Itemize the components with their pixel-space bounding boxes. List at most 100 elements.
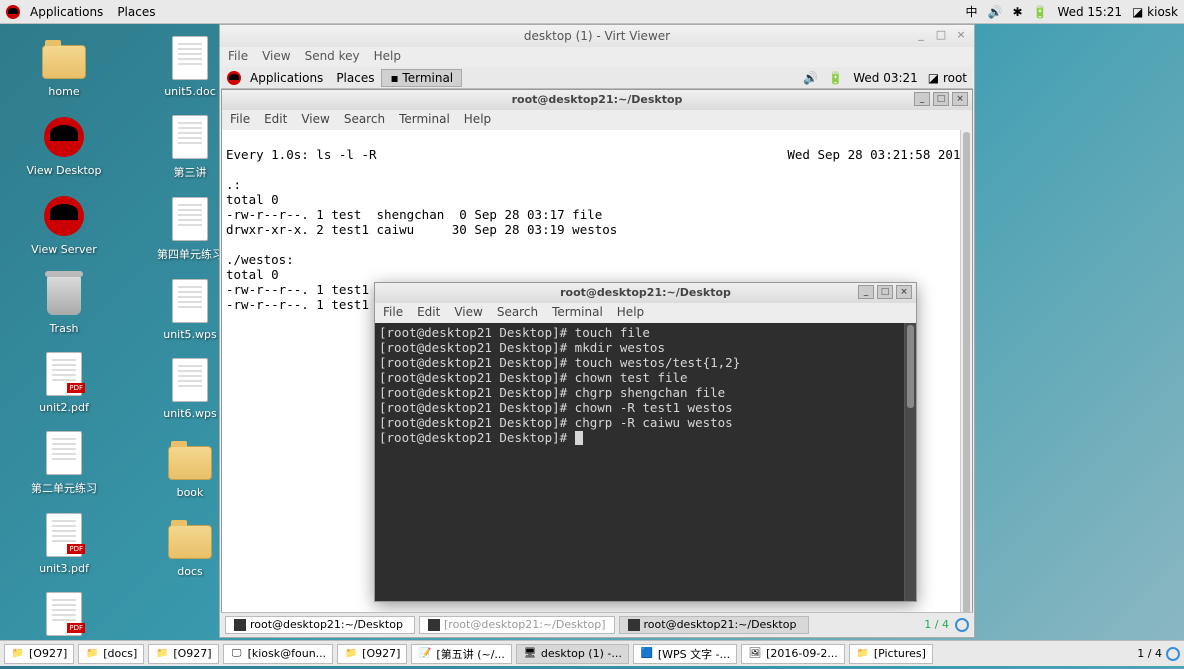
guest-applications-menu[interactable]: Applications — [244, 69, 329, 87]
desktop-icon-label: docs — [173, 564, 207, 579]
term-menu-terminal[interactable]: Terminal — [399, 112, 450, 128]
guest-volume-icon[interactable]: 🔊 — [803, 71, 818, 85]
term2-minimize-button[interactable]: _ — [858, 285, 874, 299]
terminal-shell-body[interactable]: [root@desktop21 Desktop]# touch file[roo… — [375, 323, 916, 601]
term-menu-view[interactable]: View — [301, 112, 329, 128]
terminal-shell-menubar: File Edit View Search Terminal Help — [375, 303, 916, 323]
folder-icon — [166, 435, 214, 483]
desktop-icon-unit2-pdf[interactable]: unit2.pdf — [14, 350, 114, 415]
desktop-icon-unit3-pdf[interactable]: unit3.pdf — [14, 511, 114, 576]
clock[interactable]: Wed 15:21 — [1057, 5, 1122, 19]
term2-menu-help[interactable]: Help — [617, 305, 644, 321]
host-task-label: [kiosk@foun... — [248, 647, 327, 660]
rh-icon — [40, 192, 88, 240]
terminal2-scrollbar[interactable] — [904, 323, 916, 601]
term2-maximize-button[interactable]: □ — [877, 285, 893, 299]
terminal-line: [root@desktop21 Desktop]# chgrp -R caiwu… — [379, 415, 912, 430]
battery-icon[interactable]: 🔋 — [1033, 5, 1048, 19]
bluetooth-icon[interactable]: ✱ — [1012, 5, 1022, 19]
guest-top-panel: Applications Places ▪ Terminal 🔊 🔋 Wed 0… — [221, 67, 973, 89]
virt-titlebar[interactable]: desktop (1) - Virt Viewer _ □ × — [220, 25, 974, 47]
desktop-icon-label: unit2.pdf — [35, 400, 93, 415]
desktop-icon-Trash[interactable]: Trash — [14, 271, 114, 336]
terminal-scrollbar[interactable] — [960, 130, 972, 612]
terminal-watch-title: root@desktop21:~/Desktop — [512, 93, 683, 106]
terminal-watch-titlebar[interactable]: root@desktop21:~/Desktop _ □ × — [222, 90, 972, 110]
trash-icon — [40, 271, 88, 319]
guest-battery-icon[interactable]: 🔋 — [828, 71, 843, 85]
applications-menu[interactable]: Applications — [24, 3, 109, 21]
file-mgr-icon: 📁 — [85, 647, 99, 661]
host-task-button[interactable]: 📝[第五讲 (~/... — [411, 644, 512, 664]
host-task-button[interactable]: 🖵[kiosk@foun... — [223, 644, 334, 664]
virt-menubar: File View Send key Help — [220, 47, 974, 67]
user-menu[interactable]: ◪ kiosk — [1132, 5, 1178, 19]
close-button[interactable]: × — [954, 28, 968, 42]
term-menu-edit[interactable]: Edit — [264, 112, 287, 128]
term-maximize-button[interactable]: □ — [933, 92, 949, 106]
gedit-icon: 📝 — [418, 647, 432, 661]
term2-menu-search[interactable]: Search — [497, 305, 538, 321]
host-task-button[interactable]: 📁[O927] — [337, 644, 407, 664]
folder-icon — [166, 514, 214, 562]
pdf-icon — [40, 350, 88, 398]
host-task-label: [WPS 文字 -... — [658, 646, 730, 662]
task-label: [root@desktop21:~/Desktop] — [444, 618, 606, 631]
host-task-button[interactable]: 🖥desktop (1) -... — [516, 644, 629, 664]
desktop-icon-home[interactable]: home — [14, 34, 114, 99]
host-workspace-indicator[interactable]: 1 / 4 — [1137, 647, 1162, 660]
minimize-button[interactable]: _ — [914, 28, 928, 42]
virt-menu-file[interactable]: File — [228, 49, 248, 65]
guest-active-app[interactable]: ▪ Terminal — [381, 69, 462, 87]
watch-timestamp: Wed Sep 28 03:21:58 2016 — [787, 147, 968, 162]
img-icon: 🖼 — [748, 647, 762, 661]
doc-icon — [166, 356, 214, 404]
term-close-button[interactable]: × — [952, 92, 968, 106]
guest-task-button[interactable]: root@desktop21:~/Desktop — [225, 616, 415, 634]
term-minimize-button[interactable]: _ — [914, 92, 930, 106]
term2-menu-terminal[interactable]: Terminal — [552, 305, 603, 321]
places-menu[interactable]: Places — [111, 3, 161, 21]
terminal-icon — [234, 619, 246, 631]
term-menu-file[interactable]: File — [230, 112, 250, 128]
virt-menu-view[interactable]: View — [262, 49, 290, 65]
desktop-icon-label: book — [173, 485, 208, 500]
terminal-shell-window: root@desktop21:~/Desktop _ □ × File Edit… — [374, 282, 917, 602]
guest-clock[interactable]: Wed 03:21 — [853, 71, 918, 85]
guest-workspace-indicator[interactable]: 1 / 4 — [924, 618, 949, 631]
host-task-button[interactable]: 📁[docs] — [78, 644, 144, 664]
maximize-button[interactable]: □ — [934, 28, 948, 42]
host-task-button[interactable]: 📁[O927] — [148, 644, 218, 664]
volume-icon[interactable]: 🔊 — [987, 5, 1002, 19]
guest-task-button[interactable]: root@desktop21:~/Desktop — [619, 616, 809, 634]
guest-places-menu[interactable]: Places — [330, 69, 380, 87]
file-mgr-icon: 📁 — [344, 647, 358, 661]
term2-close-button[interactable]: × — [896, 285, 912, 299]
desktop-icon-------[interactable]: 第二单元练习 — [14, 429, 114, 497]
virt-menu-sendkey[interactable]: Send key — [305, 49, 360, 65]
terminal-icon — [628, 619, 640, 631]
term2-menu-file[interactable]: File — [383, 305, 403, 321]
term2-menu-edit[interactable]: Edit — [417, 305, 440, 321]
host-task-button[interactable]: 📁[Pictures] — [849, 644, 933, 664]
guest-workspace-icon[interactable] — [955, 618, 969, 632]
term-menu-search[interactable]: Search — [344, 112, 385, 128]
guest-task-button[interactable]: [root@desktop21:~/Desktop] — [419, 616, 615, 634]
rh-icon — [40, 113, 88, 161]
task-label: root@desktop21:~/Desktop — [250, 618, 403, 631]
terminal-shell-titlebar[interactable]: root@desktop21:~/Desktop _ □ × — [375, 283, 916, 303]
term-menu-help[interactable]: Help — [464, 112, 491, 128]
desktop-icon-label: unit5.doc — [160, 84, 220, 99]
ime-indicator[interactable]: 中 — [965, 3, 977, 20]
guest-user-menu[interactable]: ◪ root — [928, 71, 967, 85]
term2-menu-view[interactable]: View — [454, 305, 482, 321]
host-task-button[interactable]: 🖼[2016-09-2... — [741, 644, 845, 664]
virt-title-text: desktop (1) - Virt Viewer — [524, 29, 670, 43]
virt-menu-help[interactable]: Help — [374, 49, 401, 65]
host-task-button[interactable]: 🟦[WPS 文字 -... — [633, 644, 737, 664]
doc-icon — [40, 429, 88, 477]
host-workspace-icon[interactable] — [1166, 647, 1180, 661]
host-task-button[interactable]: 📁[O927] — [4, 644, 74, 664]
desktop-icon-View-Server[interactable]: View Server — [14, 192, 114, 257]
desktop-icon-View-Desktop[interactable]: View Desktop — [14, 113, 114, 178]
